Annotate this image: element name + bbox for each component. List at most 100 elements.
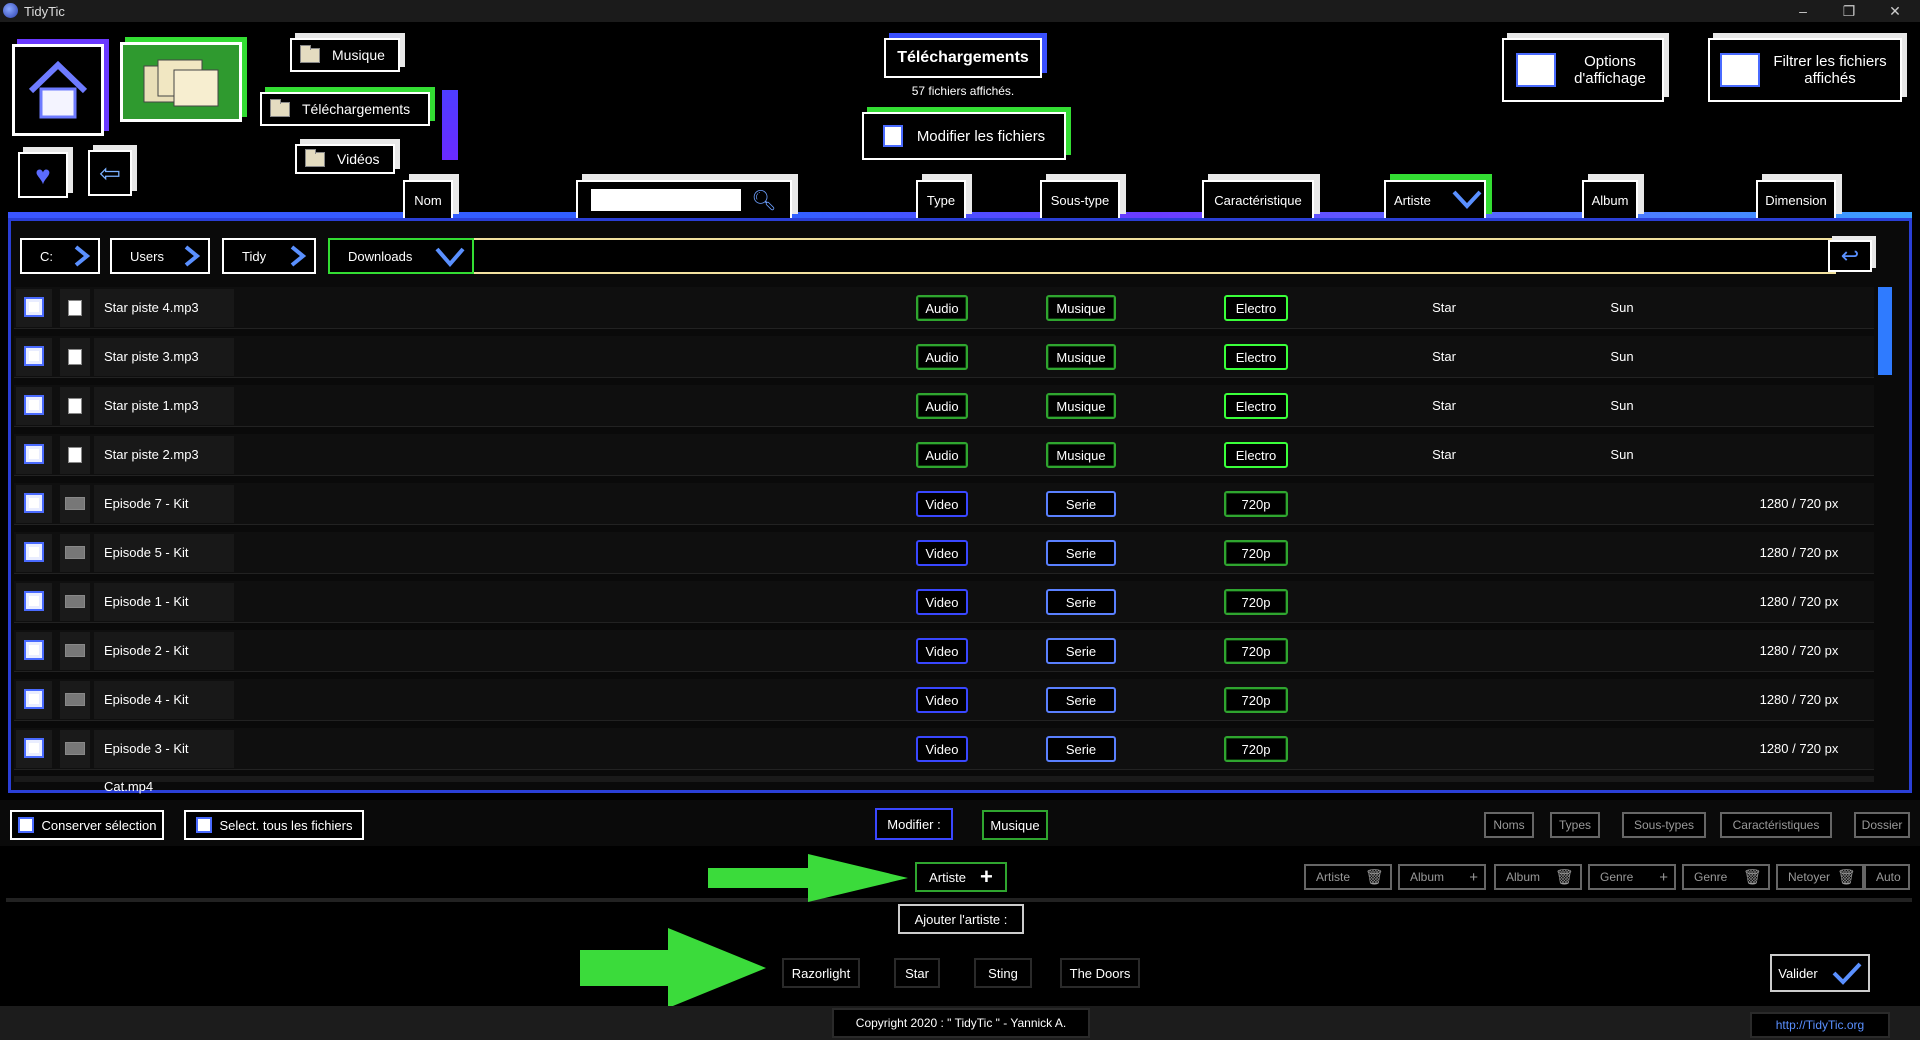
feature-tag[interactable]: Electro xyxy=(1224,442,1288,468)
feature-tag[interactable]: 720p xyxy=(1224,736,1288,762)
subtype-tag[interactable]: Serie xyxy=(1046,540,1116,566)
type-tag[interactable]: Audio xyxy=(916,295,968,321)
nav-downloads-button[interactable]: Téléchargements xyxy=(260,92,430,126)
file-name[interactable]: Star piste 3.mp3 xyxy=(94,338,234,376)
file-name[interactable]: Star piste 4.mp3 xyxy=(94,289,234,327)
filter-0-button[interactable]: Noms xyxy=(1484,812,1534,838)
file-name[interactable]: Episode 1 - Kit Cat.mp4 xyxy=(94,583,234,647)
all-files-button[interactable] xyxy=(120,42,242,122)
tool-5-button[interactable]: Netoyer 🗑︎ xyxy=(1776,864,1864,890)
type-tag[interactable]: Video xyxy=(916,589,968,615)
file-name[interactable]: Episode 7 - Kit Cat.mp4 xyxy=(94,485,234,549)
back-button[interactable]: ⇦ xyxy=(88,150,132,196)
row-checkbox[interactable] xyxy=(24,738,44,758)
tool-2-button[interactable]: Album 🗑︎ xyxy=(1494,864,1582,890)
breadcrumb-users[interactable]: Users xyxy=(110,238,210,274)
nav-scrollbar[interactable] xyxy=(442,90,458,160)
artist-suggestion[interactable]: The Doors xyxy=(1060,958,1140,988)
subtype-tag[interactable]: Musique xyxy=(1046,442,1116,468)
row-checkbox[interactable] xyxy=(24,346,44,366)
feature-tag[interactable]: 720p xyxy=(1224,638,1288,664)
favorites-button[interactable]: ♥ xyxy=(18,152,68,198)
subtype-tag[interactable]: Musique xyxy=(1046,344,1116,370)
tool-0-button[interactable]: Artiste 🗑︎ xyxy=(1304,864,1392,890)
file-name[interactable]: Star piste 2.mp3 xyxy=(94,436,234,474)
type-tag[interactable]: Audio xyxy=(916,393,968,419)
file-name[interactable]: Episode 3 - Kit Cat.mp4 xyxy=(94,730,234,794)
filter-1-button[interactable]: Types xyxy=(1550,812,1600,838)
table-row[interactable]: Episode 1 - Kit Cat.mp4 Video Serie 720p… xyxy=(14,581,1874,647)
filter-3-button[interactable]: Caractéristiques xyxy=(1720,812,1832,838)
validate-button[interactable]: Valider xyxy=(1770,954,1870,992)
website-link[interactable]: http://TidyTic.org xyxy=(1750,1012,1890,1038)
display-options-button[interactable]: Options d'affichage xyxy=(1502,38,1664,102)
subtype-tag[interactable]: Musique xyxy=(1046,295,1116,321)
table-row[interactable]: Episode 2 - Kit Cat.mp4 Video Serie 720p… xyxy=(14,630,1874,696)
tool-4-button[interactable]: Genre 🗑︎ xyxy=(1682,864,1770,890)
row-checkbox[interactable] xyxy=(24,542,44,562)
search-icon[interactable]: 🔍︎ xyxy=(751,188,776,213)
table-row[interactable]: Episode 7 - Kit Cat.mp4 Video Serie 720p… xyxy=(14,483,1874,549)
artist-suggestion[interactable]: Razorlight xyxy=(782,958,860,988)
table-row[interactable]: Episode 5 - Kit Cat.mp4 Video Serie 720p… xyxy=(14,532,1874,598)
file-name[interactable]: Episode 5 - Kit Cat.mp4 xyxy=(94,534,234,598)
file-name[interactable]: Episode 2 - Kit Cat.mp4 xyxy=(94,632,234,696)
column-dimension[interactable]: Dimension xyxy=(1756,180,1836,220)
row-checkbox[interactable] xyxy=(24,640,44,660)
row-checkbox[interactable] xyxy=(24,297,44,317)
type-tag[interactable]: Video xyxy=(916,540,968,566)
column-name[interactable]: Nom xyxy=(403,180,453,220)
column-artist[interactable]: Artiste xyxy=(1384,180,1486,220)
row-checkbox[interactable] xyxy=(24,395,44,415)
artist-suggestion[interactable]: Sting xyxy=(974,958,1032,988)
table-row[interactable]: Star piste 3.mp3 Audio Musique Electro S… xyxy=(14,336,1874,378)
type-tag[interactable]: Video xyxy=(916,491,968,517)
artist-suggestion[interactable]: Star xyxy=(894,958,940,988)
table-row[interactable]: Episode 4 - Kit Cat.mp4 Video Serie 720p… xyxy=(14,679,1874,745)
file-name[interactable]: Star piste 1.mp3 xyxy=(94,387,234,425)
filter-4-button[interactable]: Dossier xyxy=(1854,812,1910,838)
list-scrollbar-thumb[interactable] xyxy=(1878,287,1892,375)
subtype-tag[interactable]: Serie xyxy=(1046,638,1116,664)
subtype-tag[interactable]: Musique xyxy=(1046,393,1116,419)
subtype-tag[interactable]: Serie xyxy=(1046,491,1116,517)
type-tag[interactable]: Video xyxy=(916,736,968,762)
breadcrumb-c[interactable]: C: xyxy=(20,238,100,274)
filter-2-button[interactable]: Sous-types xyxy=(1622,812,1706,838)
artist-field-button[interactable]: Artiste + xyxy=(915,862,1007,892)
table-row[interactable]: Star piste 1.mp3 Audio Musique Electro S… xyxy=(14,385,1874,427)
row-checkbox[interactable] xyxy=(24,689,44,709)
nav-videos-button[interactable]: Vidéos xyxy=(295,144,395,174)
tool-3-button[interactable]: Genre + xyxy=(1588,864,1676,890)
minimize-button[interactable]: – xyxy=(1780,0,1826,22)
feature-tag[interactable]: Electro xyxy=(1224,393,1288,419)
modify-value[interactable]: Musique xyxy=(982,810,1048,840)
close-button[interactable]: ✕ xyxy=(1872,0,1918,22)
home-button[interactable] xyxy=(12,44,104,136)
modify-files-button[interactable]: Modifier les fichiers xyxy=(862,112,1066,160)
feature-tag[interactable]: Electro xyxy=(1224,295,1288,321)
feature-tag[interactable]: 720p xyxy=(1224,589,1288,615)
tool-6-button[interactable]: Auto xyxy=(1864,864,1910,890)
column-type[interactable]: Type xyxy=(916,180,966,220)
feature-tag[interactable]: 720p xyxy=(1224,540,1288,566)
nav-music-button[interactable]: Musique xyxy=(290,38,400,72)
breadcrumb-downloads[interactable]: Downloads xyxy=(328,238,474,274)
keep-selection-button[interactable]: Conserver sélection xyxy=(10,810,164,840)
column-feature[interactable]: Caractéristique xyxy=(1202,180,1314,220)
type-tag[interactable]: Video xyxy=(916,638,968,664)
search-input[interactable] xyxy=(591,189,742,211)
feature-tag[interactable]: 720p xyxy=(1224,687,1288,713)
row-checkbox[interactable] xyxy=(24,444,44,464)
subtype-tag[interactable]: Serie xyxy=(1046,687,1116,713)
maximize-button[interactable]: ❐ xyxy=(1826,0,1872,22)
column-album[interactable]: Album xyxy=(1582,180,1638,220)
table-row[interactable]: Episode 3 - Kit Cat.mp4 Video Serie 720p… xyxy=(14,728,1874,794)
refresh-button[interactable]: ↩ xyxy=(1828,240,1872,272)
type-tag[interactable]: Audio xyxy=(916,344,968,370)
file-name[interactable]: Episode 4 - Kit Cat.mp4 xyxy=(94,681,234,745)
feature-tag[interactable]: Electro xyxy=(1224,344,1288,370)
row-checkbox[interactable] xyxy=(24,591,44,611)
type-tag[interactable]: Video xyxy=(916,687,968,713)
subtype-tag[interactable]: Serie xyxy=(1046,589,1116,615)
